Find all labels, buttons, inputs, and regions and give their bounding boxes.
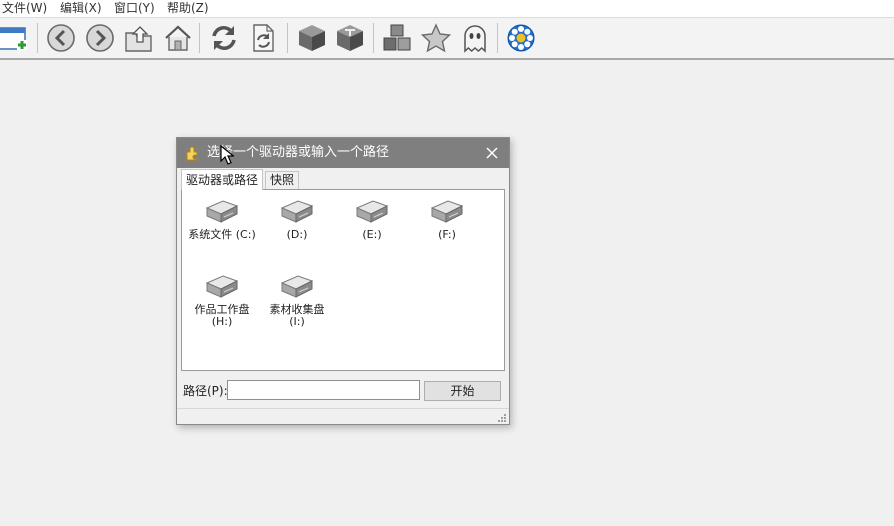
puzzle-icon xyxy=(186,146,198,161)
toolbar xyxy=(0,18,894,60)
refresh-icon xyxy=(212,26,236,50)
toolbar-separator xyxy=(287,23,288,53)
drive-label: (F:) xyxy=(438,228,456,241)
forward-button[interactable] xyxy=(83,20,117,56)
home-button[interactable] xyxy=(161,20,195,56)
box-dark-icon xyxy=(299,25,325,51)
new-window-button[interactable] xyxy=(0,20,30,56)
refresh-button[interactable] xyxy=(207,20,241,56)
start-button[interactable]: 开始 xyxy=(424,381,501,401)
toolbar-separator xyxy=(373,23,374,53)
close-button[interactable] xyxy=(481,142,503,164)
home-icon xyxy=(165,25,191,51)
drive-h[interactable]: 作品工作盘 (H:) xyxy=(184,274,260,328)
close-icon xyxy=(486,147,498,159)
hard-drive-icon xyxy=(205,275,239,298)
drive-i[interactable]: 素材收集盘 (I:) xyxy=(259,274,335,328)
drive-f[interactable]: (F:) xyxy=(409,199,485,241)
hard-drive-icon xyxy=(355,200,389,223)
drive-letter: (I:) xyxy=(289,315,305,328)
folder-up-icon xyxy=(125,26,152,52)
mouse-cursor-icon xyxy=(220,145,234,165)
dialog-status-bar xyxy=(177,408,509,425)
menu-file[interactable]: 文件(W) xyxy=(2,0,47,17)
toolbar-separator xyxy=(497,23,498,53)
hard-drive-icon xyxy=(280,200,314,223)
hard-drive-icon xyxy=(430,200,464,223)
hard-drive-icon xyxy=(280,275,314,298)
flower-icon xyxy=(507,24,535,52)
path-input[interactable] xyxy=(227,380,420,400)
path-label: 路径(P): xyxy=(183,384,228,398)
refresh-document-icon xyxy=(253,24,274,52)
refresh-document-button[interactable] xyxy=(246,20,280,56)
drive-letter: (H:) xyxy=(211,315,233,328)
drive-e[interactable]: (E:) xyxy=(334,199,410,241)
ghost-icon xyxy=(464,25,486,53)
flower-button[interactable] xyxy=(504,20,538,56)
star-icon xyxy=(420,23,452,53)
back-button[interactable] xyxy=(44,20,78,56)
dialog-title: 选择一个驱动器或输入一个路径 xyxy=(207,145,390,160)
resize-grip-icon[interactable] xyxy=(497,413,507,423)
new-window-icon xyxy=(0,27,27,50)
folder-up-button[interactable] xyxy=(122,20,156,56)
drive-label: (D:) xyxy=(286,228,308,241)
boxes-button[interactable] xyxy=(380,20,414,56)
menu-edit[interactable]: 编辑(X) xyxy=(60,0,102,17)
menu-help[interactable]: 帮助(Z) xyxy=(167,0,209,17)
favorites-button[interactable] xyxy=(419,20,453,56)
select-drive-dialog: 选择一个驱动器或输入一个路径 驱动器或路径 快照 系统文件 (C:) (D:) … xyxy=(176,137,510,425)
drive-d[interactable]: (D:) xyxy=(259,199,335,241)
hard-drive-icon xyxy=(205,200,239,223)
boxes-icon xyxy=(383,24,411,51)
drive-label: 系统文件 (C:) xyxy=(188,228,256,241)
toolbar-separator xyxy=(199,23,200,53)
forward-arrow-icon xyxy=(86,24,114,52)
back-arrow-icon xyxy=(47,24,75,52)
tab-drives-or-path[interactable]: 驱动器或路径 xyxy=(181,169,264,190)
box-t-icon xyxy=(337,25,363,51)
toolbar-separator xyxy=(37,23,38,53)
menu-bar: 文件(W) 编辑(X) 窗口(Y) 帮助(Z) xyxy=(0,0,894,18)
ghost-button[interactable] xyxy=(458,20,492,56)
menu-window[interactable]: 窗口(Y) xyxy=(114,0,155,17)
drive-c[interactable]: 系统文件 (C:) xyxy=(184,199,260,241)
drive-label: (E:) xyxy=(362,228,382,241)
drive-list-panel: 系统文件 (C:) (D:) (E:) (F:) 作品工作盘 (H:) 素材收集… xyxy=(181,189,505,371)
box-t-button[interactable] xyxy=(333,20,367,56)
tab-snapshot[interactable]: 快照 xyxy=(265,171,300,189)
box-button[interactable] xyxy=(295,20,329,56)
